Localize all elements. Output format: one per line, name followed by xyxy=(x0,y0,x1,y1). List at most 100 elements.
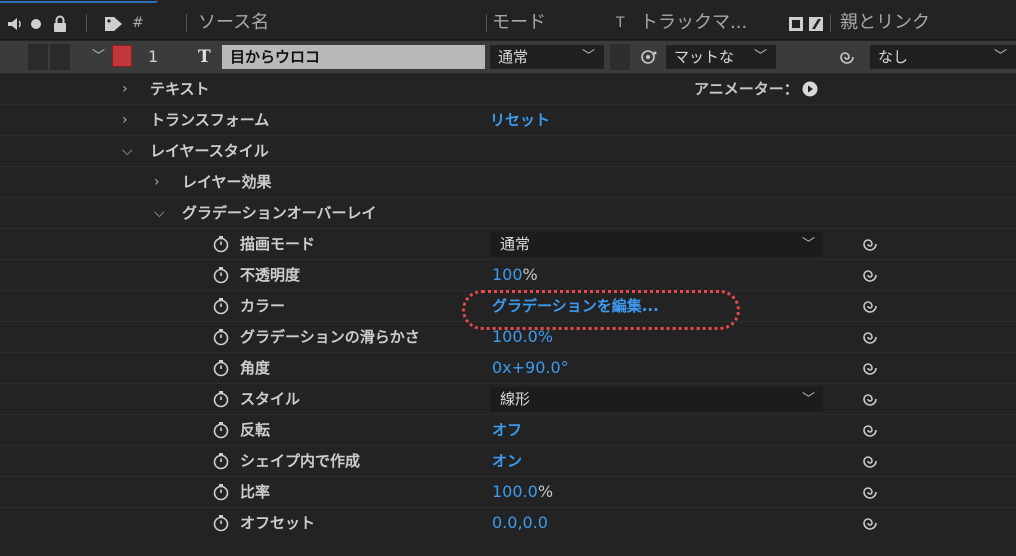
preserve-transparency-box[interactable] xyxy=(610,44,630,70)
header-divider xyxy=(86,14,87,32)
text-group-row[interactable]: › テキスト アニメーター： xyxy=(0,73,1016,104)
matte-link-icon[interactable] xyxy=(640,49,658,65)
reset-link[interactable]: リセット xyxy=(490,105,550,135)
parent-pickwhip-icon[interactable] xyxy=(838,48,856,66)
property-select-value: 通常 xyxy=(500,235,531,253)
stopwatch-icon[interactable] xyxy=(212,359,230,377)
expression-pickwhip-icon[interactable] xyxy=(860,451,880,471)
layer-effect-group-label: レイヤー効果 xyxy=(182,173,272,191)
mode-select-value: 通常 xyxy=(498,48,529,66)
gradient-overlay-group-row[interactable]: ⌵ グラデーションオーバーレイ xyxy=(0,197,1016,228)
header-divider xyxy=(486,14,487,32)
chevron-right-icon[interactable]: › xyxy=(122,74,128,104)
parent-select[interactable]: なし ﹀ xyxy=(870,45,1016,69)
track-matte-select[interactable]: マットな ﹀ xyxy=(666,45,776,69)
text-group-label: テキスト xyxy=(150,80,210,98)
track-matte-value: マットな xyxy=(674,48,735,66)
av-switch[interactable] xyxy=(28,44,48,70)
highlight-annotation xyxy=(462,290,740,330)
header-parent-link[interactable]: 親とリンク xyxy=(840,6,930,40)
expression-pickwhip-icon[interactable] xyxy=(860,389,880,409)
stopwatch-icon[interactable] xyxy=(212,328,230,346)
property-value[interactable]: 0x+90.0° xyxy=(492,353,569,383)
property-label: スタイル xyxy=(240,390,301,408)
layer-row[interactable]: ﹀ 1 T 目からウロコ 通常 ﹀ マットな ﹀ なし ﹀ xyxy=(0,41,1016,73)
property-row[interactable]: 不透明度 100% xyxy=(0,259,1016,290)
expression-pickwhip-icon[interactable] xyxy=(860,265,880,285)
expression-pickwhip-icon[interactable] xyxy=(860,234,880,254)
eye-icon[interactable] xyxy=(30,18,42,30)
property-value-link[interactable]: オフ xyxy=(492,415,522,445)
parent-select-value: なし xyxy=(878,48,909,66)
layer-name[interactable]: 目からウロコ xyxy=(222,45,485,69)
property-value-number[interactable]: 0.0,0.0 xyxy=(492,513,548,532)
solo-switch[interactable] xyxy=(50,44,70,70)
stopwatch-icon[interactable] xyxy=(212,514,230,532)
mode-select[interactable]: 通常 ﹀ xyxy=(490,45,604,69)
chevron-down-icon[interactable]: ﹀ xyxy=(92,45,105,69)
header-mode[interactable]: モード xyxy=(492,6,546,40)
stopwatch-icon[interactable] xyxy=(212,483,230,501)
property-row[interactable]: 比率 100.0% xyxy=(0,476,1016,507)
gradient-overlay-group-label: グラデーションオーバーレイ xyxy=(182,204,377,222)
chevron-down-icon: ﹀ xyxy=(582,49,596,64)
expression-pickwhip-icon[interactable] xyxy=(860,482,880,502)
property-value-number[interactable]: 100.0 xyxy=(492,482,538,501)
header-track-matte[interactable]: トラックマ... xyxy=(640,6,747,40)
animator-label[interactable]: アニメーター： xyxy=(694,74,799,104)
label-color-swatch[interactable] xyxy=(112,45,132,67)
expression-pickwhip-icon[interactable] xyxy=(860,358,880,378)
label-tag-icon[interactable] xyxy=(104,15,124,33)
header-source-name[interactable]: ソース名 xyxy=(198,6,269,40)
property-row[interactable]: シェイプ内で作成 オン xyxy=(0,445,1016,476)
property-value-number[interactable]: 100 xyxy=(492,265,523,284)
property-label: 反転 xyxy=(240,421,271,439)
stopwatch-icon[interactable] xyxy=(212,235,230,253)
expression-pickwhip-icon[interactable] xyxy=(860,327,880,347)
expression-pickwhip-icon[interactable] xyxy=(860,420,880,440)
property-value-number[interactable]: 0x+90.0° xyxy=(492,358,569,377)
property-label: オフセット xyxy=(240,514,316,532)
matte-square-icon[interactable] xyxy=(788,16,804,32)
chevron-down-icon[interactable]: ⌵ xyxy=(122,136,133,166)
speaker-icon[interactable] xyxy=(6,16,24,32)
property-label: 角度 xyxy=(240,359,271,377)
property-unit: % xyxy=(522,265,538,284)
property-row[interactable]: 反転 オフ xyxy=(0,414,1016,445)
property-value-link[interactable]: オン xyxy=(492,446,522,476)
property-row[interactable]: オフセット 0.0,0.0 xyxy=(0,507,1016,538)
layer-style-group-row[interactable]: ⌵ レイヤースタイル xyxy=(0,135,1016,166)
expression-pickwhip-icon[interactable] xyxy=(860,296,880,316)
chevron-right-icon[interactable]: › xyxy=(154,167,160,197)
transform-group-row[interactable]: › トランスフォーム リセット xyxy=(0,104,1016,135)
stopwatch-icon[interactable] xyxy=(212,390,230,408)
property-row[interactable]: 描画モード 通常 ﹀ xyxy=(0,228,1016,259)
play-circle-icon[interactable] xyxy=(802,81,818,97)
stopwatch-icon[interactable] xyxy=(212,421,230,439)
chevron-right-icon[interactable]: › xyxy=(122,105,128,135)
property-value[interactable]: 0.0,0.0 xyxy=(492,508,548,538)
header-number-sign: # xyxy=(132,15,144,31)
property-row[interactable]: 角度 0x+90.0° xyxy=(0,352,1016,383)
lock-icon[interactable] xyxy=(52,15,68,33)
property-value[interactable]: 100.0% xyxy=(492,477,553,507)
stopwatch-icon[interactable] xyxy=(212,452,230,470)
chevron-down-icon[interactable]: ⌵ xyxy=(154,198,165,228)
top-edge-accent xyxy=(0,0,158,3)
property-label: 描画モード xyxy=(240,235,316,253)
property-select[interactable]: 線形 ﹀ xyxy=(490,387,823,412)
property-label: シェイプ内で作成 xyxy=(240,452,361,470)
stopwatch-icon[interactable] xyxy=(212,297,230,315)
expression-pickwhip-icon[interactable] xyxy=(860,513,880,533)
text-layer-icon: T xyxy=(198,47,211,67)
property-label: グラデーションの滑らかさ xyxy=(240,328,420,346)
matte-parallelogram-icon[interactable] xyxy=(808,16,824,32)
layer-number: 1 xyxy=(148,47,159,66)
property-value[interactable]: 100% xyxy=(492,260,538,290)
property-row[interactable]: スタイル 線形 ﹀ xyxy=(0,383,1016,414)
property-label: 不透明度 xyxy=(240,266,301,284)
stopwatch-icon[interactable] xyxy=(212,266,230,284)
property-select-value: 線形 xyxy=(500,390,531,408)
property-select[interactable]: 通常 ﹀ xyxy=(490,232,823,257)
layer-effect-group-row[interactable]: › レイヤー効果 xyxy=(0,166,1016,197)
